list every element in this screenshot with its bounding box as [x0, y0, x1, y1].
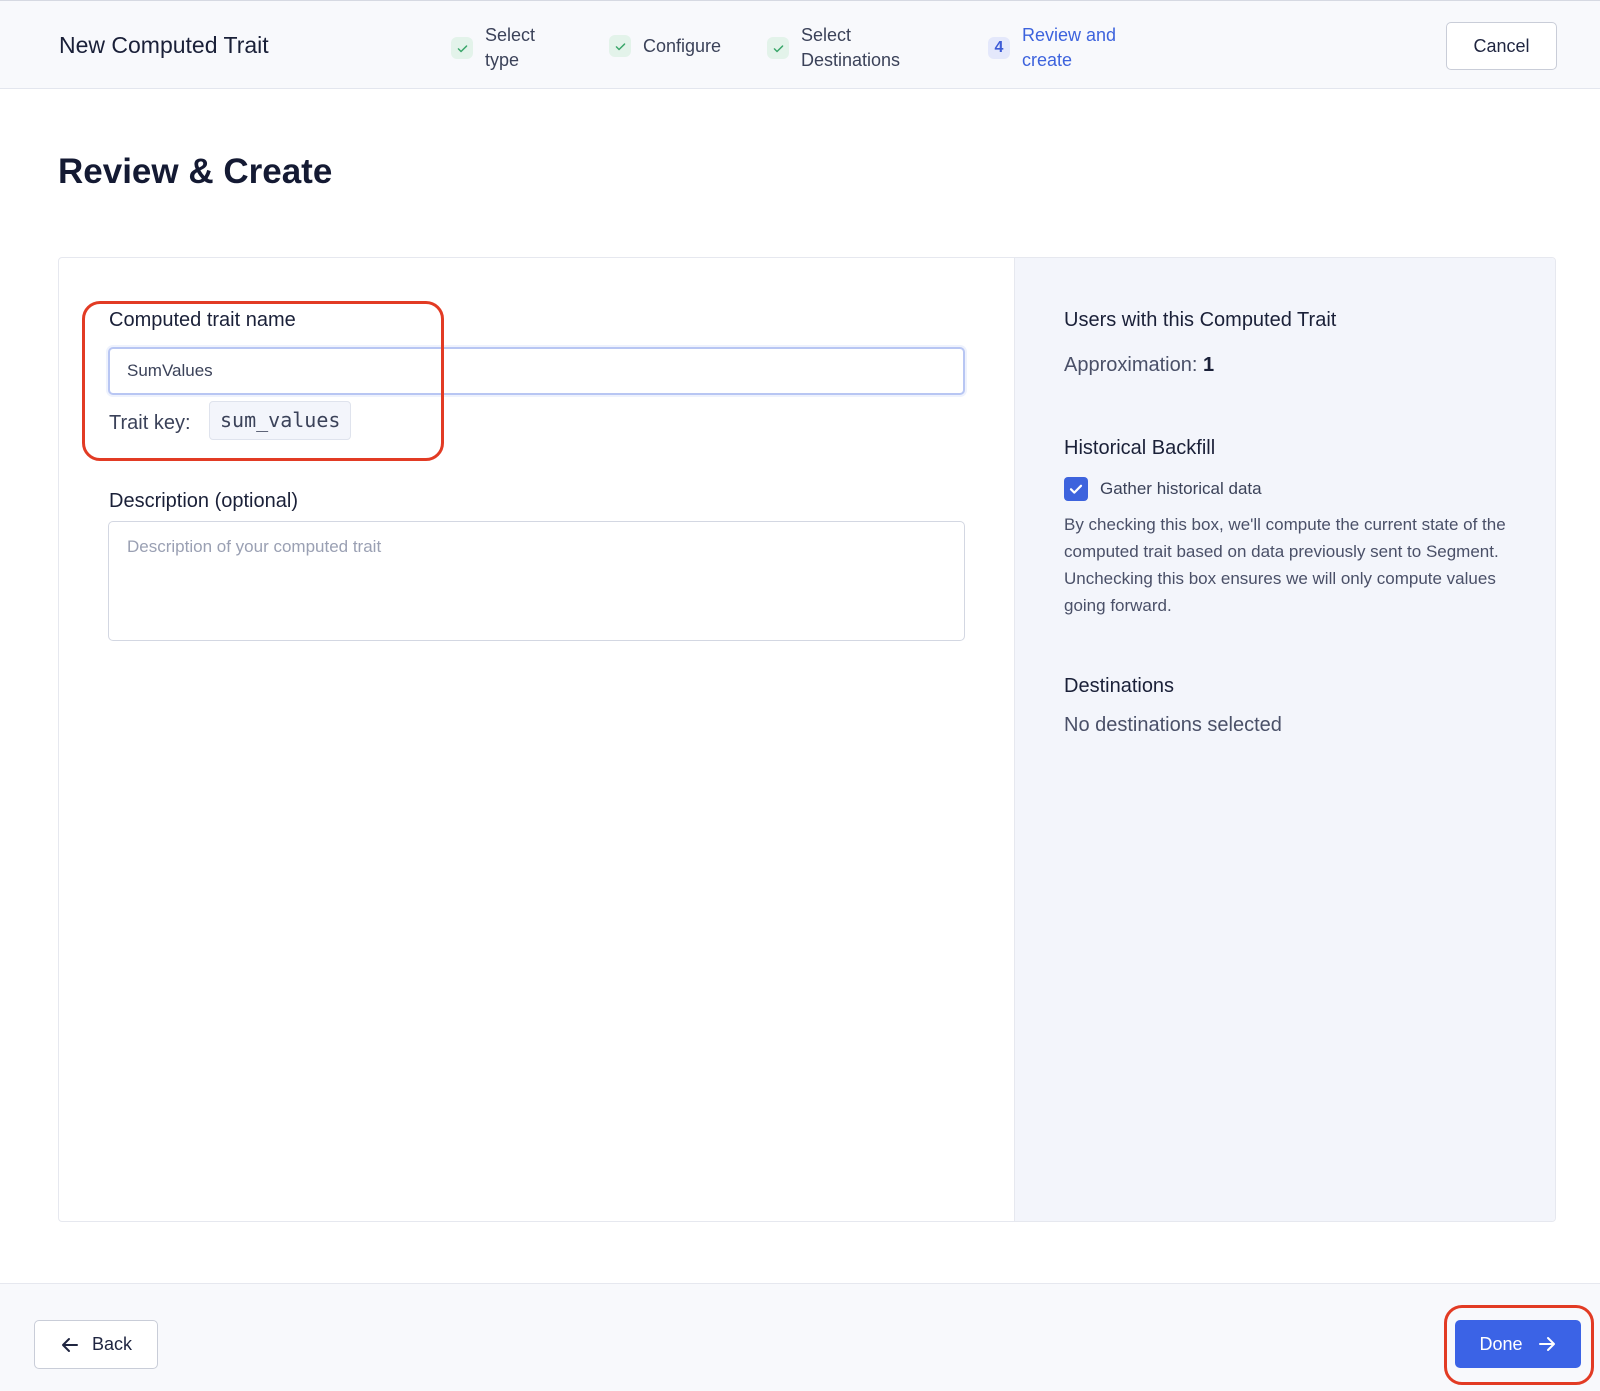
- step-number: 4: [988, 37, 1010, 59]
- done-button[interactable]: Done: [1455, 1320, 1581, 1368]
- approximation-value: 1: [1202, 354, 1215, 376]
- step-configure[interactable]: Configure: [609, 23, 721, 69]
- gather-historical-data-checkbox-row[interactable]: Gather historical data: [1064, 477, 1262, 501]
- description-label: Description (optional): [109, 490, 298, 512]
- wizard-footer: Back Done: [0, 1283, 1600, 1391]
- step-label-line2: type: [485, 50, 520, 70]
- historical-backfill-heading: Historical Backfill: [1064, 437, 1216, 459]
- destinations-value: No destinations selected: [1064, 714, 1282, 736]
- gather-historical-data-label: Gather historical data: [1100, 479, 1262, 498]
- trait-key-label: Trait key:: [109, 412, 191, 434]
- done-label: Done: [1479, 1333, 1523, 1354]
- step-review-and-create[interactable]: 4 Review and create: [988, 23, 1116, 73]
- checkmark-icon: [1069, 484, 1083, 494]
- check-icon: [451, 37, 473, 59]
- step-select-destinations[interactable]: Select Destinations: [767, 23, 900, 73]
- approximation-label: Approximation:: [1064, 354, 1198, 376]
- gather-historical-data-checkbox[interactable]: [1064, 477, 1088, 501]
- users-heading: Users with this Computed Trait: [1064, 309, 1337, 331]
- computed-trait-name-input[interactable]: [108, 347, 965, 395]
- computed-trait-name-label: Computed trait name: [109, 309, 296, 331]
- page: New Computed Trait Select type Configure…: [0, 0, 1600, 1391]
- page-title: Review & Create: [58, 152, 333, 191]
- approximation-text: Approximation: 1: [1064, 354, 1214, 377]
- backfill-help-text: By checking this box, we'll compute the …: [1064, 515, 1506, 615]
- arrow-left-icon: [61, 1337, 78, 1352]
- wizard-header: New Computed Trait Select type Configure…: [0, 0, 1600, 89]
- description-input[interactable]: [108, 521, 965, 641]
- wizard-title: New Computed Trait: [59, 32, 269, 58]
- step-label: Configure: [643, 36, 722, 56]
- step-label-line1: Select: [485, 25, 536, 45]
- check-icon: [609, 35, 631, 57]
- back-button[interactable]: Back: [34, 1320, 158, 1369]
- destinations-heading: Destinations: [1064, 675, 1175, 697]
- trait-details-form: Computed trait name Trait key: sum_value…: [59, 258, 1014, 1221]
- review-card: Computed trait name Trait key: sum_value…: [58, 257, 1556, 1222]
- check-icon: [767, 37, 789, 59]
- summary-panel: Users with this Computed Trait Approxima…: [1014, 258, 1555, 1221]
- cancel-button[interactable]: Cancel: [1446, 22, 1557, 70]
- step-label-line2: create: [1022, 50, 1073, 70]
- step-label-line1: Review and: [1022, 25, 1117, 45]
- back-label: Back: [91, 1334, 133, 1354]
- step-label-line1: Select: [801, 25, 852, 45]
- step-label-line2: Destinations: [801, 50, 901, 70]
- trait-key-value: sum_values: [209, 401, 352, 440]
- arrow-right-icon: [1538, 1337, 1555, 1351]
- step-select-type[interactable]: Select type: [451, 23, 535, 73]
